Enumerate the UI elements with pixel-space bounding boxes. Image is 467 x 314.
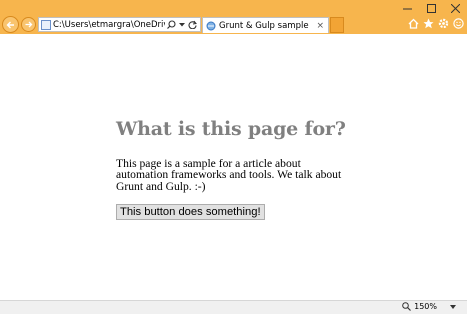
gear-icon <box>438 18 449 29</box>
ie-page-icon <box>206 21 216 30</box>
maximize-button[interactable] <box>419 0 443 16</box>
action-button[interactable]: This button does something! <box>116 204 265 221</box>
tab-close-button[interactable]: × <box>316 21 324 31</box>
close-window-button[interactable] <box>443 0 467 16</box>
home-icon <box>408 18 419 29</box>
close-icon <box>450 3 460 13</box>
tab-active[interactable]: Grunt & Gulp sample × <box>202 17 329 33</box>
page-icon <box>41 19 51 30</box>
page-content: What is this page for? This page is a sa… <box>116 118 356 221</box>
maximize-icon <box>426 3 436 13</box>
zoom-dropdown-icon[interactable] <box>450 304 456 309</box>
forward-button[interactable] <box>21 17 36 32</box>
minimize-button[interactable] <box>395 0 419 16</box>
settings-button[interactable] <box>438 18 449 29</box>
feedback-button[interactable] <box>453 18 464 29</box>
window-controls <box>395 0 467 16</box>
forward-arrow-icon <box>25 21 33 28</box>
toolbar-icons <box>408 18 464 29</box>
new-tab-button[interactable] <box>330 17 344 33</box>
home-button[interactable] <box>408 18 419 29</box>
page-paragraph: This page is a sample for a article abou… <box>116 157 342 193</box>
status-bar: 150% <box>0 300 467 314</box>
star-icon <box>423 18 434 29</box>
page-heading: What is this page for? <box>116 118 346 140</box>
browser-chrome: C:\Users\etmargra\OneDrive\Mic Grunt & G… <box>0 0 467 34</box>
dropdown-arrow-icon[interactable] <box>179 22 185 28</box>
address-bar-icons <box>167 20 200 29</box>
back-button[interactable] <box>2 16 19 33</box>
smiley-icon <box>453 18 464 29</box>
tab-title: Grunt & Gulp sample <box>219 20 309 31</box>
search-icon[interactable] <box>167 20 176 29</box>
back-arrow-icon <box>6 21 14 28</box>
minimize-icon <box>402 8 412 9</box>
zoom-control[interactable]: 150% <box>402 302 456 311</box>
magnifier-icon <box>402 302 412 311</box>
address-bar[interactable]: C:\Users\etmargra\OneDrive\Mic <box>38 17 201 32</box>
refresh-icon[interactable] <box>188 20 197 29</box>
address-text[interactable]: C:\Users\etmargra\OneDrive\Mic <box>53 20 165 30</box>
favorites-button[interactable] <box>423 18 434 29</box>
zoom-level: 150% <box>414 302 437 311</box>
